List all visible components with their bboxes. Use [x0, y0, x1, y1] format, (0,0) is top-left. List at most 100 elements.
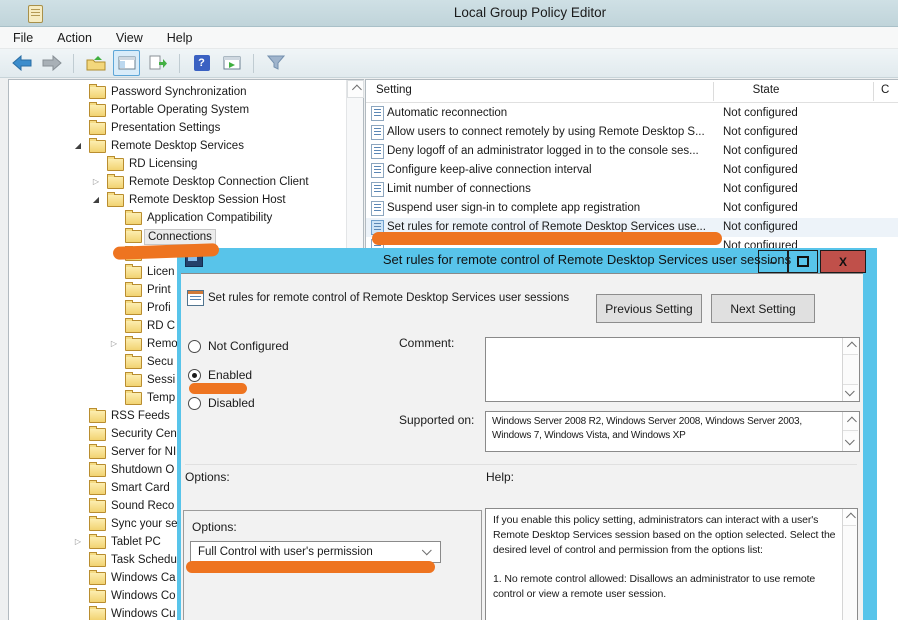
tree-item-label: Print [144, 283, 174, 297]
radio-button-icon[interactable] [188, 397, 201, 410]
next-setting-button[interactable]: Next Setting [711, 294, 815, 323]
setting-row[interactable]: Automatic reconnectionNot configured [366, 104, 898, 123]
setting-row[interactable]: Suspend user sign-in to complete app reg… [366, 199, 898, 218]
scroll-up-button[interactable] [843, 509, 856, 526]
options-outer-label: Options: [185, 470, 230, 484]
tree-item-label: Windows Cu [108, 607, 179, 620]
radio-disabled[interactable]: Disabled [188, 395, 255, 411]
folder-icon [89, 572, 106, 585]
folder-icon [89, 464, 106, 477]
folder-icon [89, 608, 106, 620]
collapse-arrow-icon[interactable]: ◢ [73, 141, 83, 150]
setting-state: Not configured [723, 202, 798, 214]
folder-icon [89, 104, 106, 117]
setting-row[interactable]: Deny logoff of an administrator logged i… [366, 142, 898, 161]
help-box: If you enable this policy setting, admin… [485, 508, 858, 620]
dialog-maximize-button[interactable] [788, 250, 818, 273]
folder-icon [89, 536, 106, 549]
radio-label: Not Configured [208, 339, 289, 353]
up-one-level-button[interactable] [83, 51, 108, 75]
expand-arrow-icon[interactable]: ▷ [91, 177, 101, 186]
scroll-down-button[interactable] [843, 384, 858, 401]
maximize-icon [797, 256, 809, 267]
radio-not-configured[interactable]: Not Configured [188, 338, 289, 354]
comment-label: Comment: [399, 336, 454, 350]
scroll-down-button[interactable] [843, 433, 858, 451]
setting-state: Not configured [723, 164, 798, 176]
radio-enabled[interactable]: Enabled [188, 367, 252, 383]
tree-item-label: Password Synchronization [108, 85, 250, 99]
menu-file[interactable]: File [13, 31, 33, 45]
setting-row[interactable]: Limit number of connectionsNot configure… [366, 180, 898, 199]
radio-button-icon[interactable] [188, 340, 201, 353]
chevron-down-icon [845, 386, 855, 396]
tree-item-label: Windows Ca [108, 571, 179, 585]
folder-icon [107, 176, 124, 189]
chevron-up-icon [847, 341, 857, 351]
scroll-up-button[interactable] [843, 412, 858, 431]
folder-icon [89, 590, 106, 603]
radio-button-icon[interactable] [188, 369, 201, 382]
column-header-comment[interactable]: C [881, 84, 889, 96]
expand-arrow-icon[interactable]: ▷ [73, 537, 83, 546]
tree-item-label: Application Compatibility [144, 211, 275, 225]
setting-name: Deny logoff of an administrator logged i… [387, 145, 699, 157]
console-window-button[interactable] [219, 51, 244, 75]
policy-title: Set rules for remote control of Remote D… [208, 292, 569, 304]
help-scrollbar[interactable] [842, 509, 857, 620]
column-header-state[interactable]: State [726, 84, 806, 96]
export-list-button[interactable] [145, 51, 170, 75]
tree-item-label: Secu [144, 355, 176, 369]
window-title: Local Group Policy Editor [300, 5, 760, 20]
tree-item-label: RD Licensing [126, 157, 200, 171]
policy-setting-icon [371, 182, 384, 197]
dialog-close-button[interactable]: X [820, 250, 866, 273]
tree-item-label: RSS Feeds [108, 409, 173, 423]
column-divider[interactable] [873, 82, 874, 101]
setting-row[interactable]: Configure keep-alive connection interval… [366, 161, 898, 180]
setting-name: Allow users to connect remotely by using… [387, 126, 705, 138]
folder-icon [89, 500, 106, 513]
help-button[interactable]: ? [189, 51, 214, 75]
help-text: If you enable this policy setting, admin… [493, 513, 837, 616]
chevron-up-icon [846, 512, 856, 522]
dialog-minimize-button[interactable]: – [758, 250, 788, 273]
show-console-tree-button[interactable] [113, 50, 140, 76]
section-divider [185, 464, 857, 465]
supported-on-label: Supported on: [399, 413, 474, 427]
scroll-up-button[interactable] [843, 338, 858, 355]
scroll-up-button[interactable] [347, 80, 364, 98]
menu-help[interactable]: Help [167, 31, 193, 45]
supported-scrollbar[interactable] [842, 412, 859, 451]
expand-arrow-icon[interactable]: ▷ [109, 339, 119, 348]
menu-view[interactable]: View [116, 31, 143, 45]
orange-highlighter-mark [186, 561, 435, 573]
forward-button[interactable] [39, 51, 64, 75]
local-group-policy-editor-window: Local Group Policy Editor File Action View… [0, 0, 898, 620]
collapse-arrow-icon[interactable]: ◢ [91, 195, 101, 204]
tree-item-label: Sound Reco [108, 499, 177, 513]
back-button[interactable] [9, 51, 34, 75]
filter-button[interactable] [263, 51, 288, 75]
folder-icon [107, 158, 124, 171]
policy-setting-icon [371, 106, 384, 121]
orange-highlighter-mark [372, 232, 722, 245]
folder-icon [125, 230, 142, 243]
previous-setting-button[interactable]: Previous Setting [596, 294, 702, 323]
tree-item-label: Licen [144, 265, 178, 279]
filter-funnel-icon [267, 55, 285, 71]
console-tree-icon [118, 56, 136, 70]
remote-control-level-dropdown[interactable]: Full Control with user's permission [190, 541, 441, 563]
comment-scrollbar[interactable] [842, 338, 859, 401]
folder-icon [125, 374, 142, 387]
toolbar-separator [73, 54, 74, 73]
menu-action[interactable]: Action [57, 31, 92, 45]
chevron-up-icon [352, 84, 362, 94]
column-divider[interactable] [713, 82, 714, 101]
setting-row[interactable]: Allow users to connect remotely by using… [366, 123, 898, 142]
comment-textarea[interactable] [485, 337, 860, 402]
help-icon: ? [194, 55, 210, 71]
tree-item-label: Windows Co [108, 589, 179, 603]
folder-icon [125, 302, 142, 315]
column-header-setting[interactable]: Setting [376, 84, 412, 96]
